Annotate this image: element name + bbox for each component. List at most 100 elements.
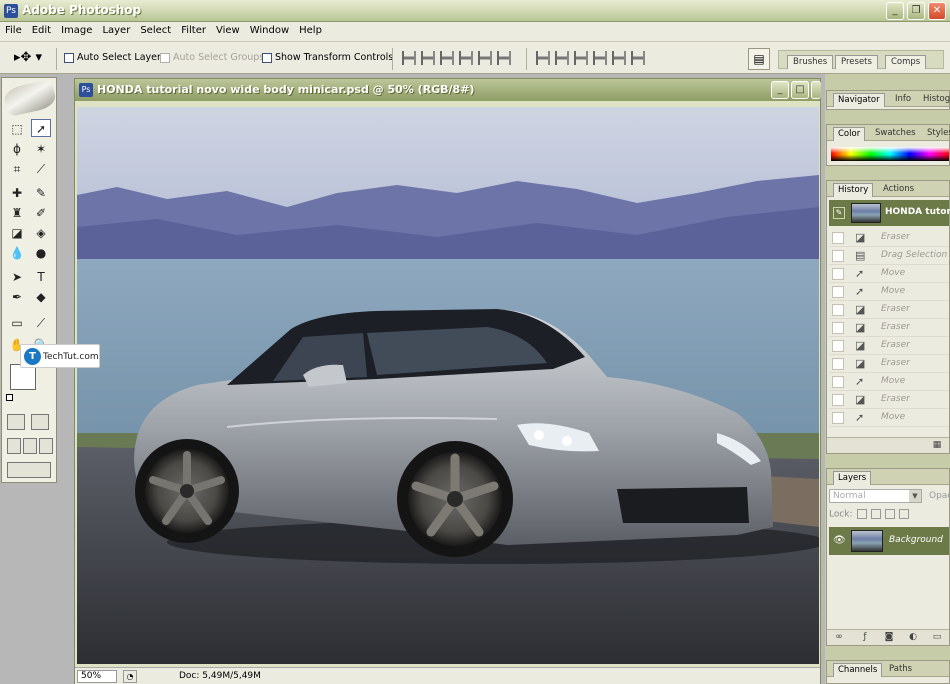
eyedropper-tool-icon[interactable]: ⟋ <box>31 314 51 332</box>
quick-mask-mode-icon[interactable] <box>31 414 49 430</box>
paint-bucket-tool-icon[interactable]: ◈ <box>31 224 51 242</box>
menu-window[interactable]: Window <box>245 22 294 39</box>
history-brush-tool-icon[interactable]: ✐ <box>31 204 51 222</box>
tab-paths[interactable]: Paths <box>885 663 916 677</box>
screen-mode-full-icon[interactable] <box>39 438 53 454</box>
history-item[interactable]: ◪ Eraser <box>829 319 949 337</box>
distribute-vcenter-icon[interactable] <box>555 51 569 65</box>
history-item[interactable]: ➚ Move <box>829 265 949 283</box>
magic-wand-tool-icon[interactable]: ✶ <box>31 140 51 158</box>
default-colors-icon[interactable] <box>6 394 13 401</box>
history-item[interactable]: ▤ Drag Selection <box>829 247 949 265</box>
menu-select[interactable]: Select <box>135 22 176 39</box>
screen-mode-menubar-icon[interactable] <box>23 438 37 454</box>
tab-color[interactable]: Color <box>833 127 866 141</box>
menu-file[interactable]: File <box>0 22 27 39</box>
screen-mode-standard-icon[interactable] <box>7 438 21 454</box>
crop-tool-icon[interactable]: ⌗ <box>7 160 27 178</box>
history-item[interactable]: ➚ Move <box>829 283 949 301</box>
history-brush-box[interactable] <box>832 250 844 262</box>
menu-layer[interactable]: Layer <box>97 22 135 39</box>
tab-layers[interactable]: Layers <box>833 471 872 485</box>
history-brush-source-icon[interactable]: ✎ <box>833 207 845 219</box>
distribute-top-icon[interactable] <box>536 51 550 65</box>
type-tool-icon[interactable]: T <box>31 268 51 286</box>
layer-row[interactable]: 👁 Background <box>829 527 949 555</box>
history-snapshot[interactable]: ✎ HONDA tutori <box>829 200 950 226</box>
lasso-tool-icon[interactable]: ϕ <box>7 140 27 158</box>
distribute-left-icon[interactable] <box>593 51 607 65</box>
tab-swatches[interactable]: Swatches <box>871 127 920 141</box>
history-brush-box[interactable] <box>832 232 844 244</box>
align-top-icon[interactable] <box>402 51 416 65</box>
tab-channels[interactable]: Channels <box>833 663 883 677</box>
jump-to-imageready-icon[interactable] <box>7 462 51 478</box>
link-icon[interactable]: ∞ <box>833 632 845 643</box>
history-brush-box[interactable] <box>832 304 844 316</box>
clone-stamp-tool-icon[interactable]: ♜ <box>7 204 27 222</box>
tool-preset-picker[interactable]: ▸✥ ▾ <box>14 50 52 68</box>
auto-select-layer-checkbox[interactable]: Auto Select Layer <box>64 52 161 63</box>
move-tool-icon[interactable]: ➚ <box>31 119 51 137</box>
well-tab-comps[interactable]: Comps <box>885 55 927 69</box>
menu-help[interactable]: Help <box>294 22 327 39</box>
tab-styles[interactable]: Styles <box>923 127 950 141</box>
lock-transparency-icon[interactable] <box>856 509 867 519</box>
menu-view[interactable]: View <box>211 22 245 39</box>
history-brush-box[interactable] <box>832 394 844 406</box>
tab-histogram[interactable]: Histog <box>919 93 950 107</box>
well-tab-brushes[interactable]: Brushes <box>787 55 834 69</box>
history-brush-box[interactable] <box>832 322 844 334</box>
distribute-hcenter-icon[interactable] <box>612 51 626 65</box>
blend-mode-select[interactable]: Normal ▼ <box>829 489 922 503</box>
trash-icon[interactable]: ▦ <box>931 440 943 451</box>
layer-mask-icon[interactable]: ◙ <box>883 632 895 643</box>
align-bottom-icon[interactable] <box>440 51 454 65</box>
pen-tool-icon[interactable]: ✒ <box>7 288 27 306</box>
notes-tool-icon[interactable]: ▭ <box>7 314 27 332</box>
minimize-button[interactable]: _ <box>886 2 904 20</box>
blur-tool-icon[interactable]: 💧 <box>7 244 27 262</box>
history-brush-box[interactable] <box>832 358 844 370</box>
history-item[interactable]: ➚ Move <box>829 373 949 391</box>
adjustment-layer-icon[interactable]: ◐ <box>907 632 919 643</box>
history-brush-box[interactable] <box>832 376 844 388</box>
path-selection-tool-icon[interactable]: ➤ <box>7 268 27 286</box>
tab-navigator[interactable]: Navigator <box>833 93 885 107</box>
slice-tool-icon[interactable]: ⟋ <box>31 160 51 178</box>
shape-tool-icon[interactable]: ◆ <box>31 288 51 306</box>
close-button[interactable]: ✕ <box>928 2 946 20</box>
lock-all-icon[interactable] <box>898 509 909 519</box>
menu-image[interactable]: Image <box>56 22 97 39</box>
tab-info[interactable]: Info <box>891 93 915 107</box>
align-hcenter-icon[interactable] <box>478 51 492 65</box>
distribute-bottom-icon[interactable] <box>574 51 588 65</box>
history-item[interactable]: ◪ Eraser <box>829 301 949 319</box>
tab-actions[interactable]: Actions <box>879 183 918 197</box>
history-brush-box[interactable] <box>832 286 844 298</box>
document-titlebar[interactable]: Ps HONDA tutorial novo wide body minicar… <box>75 79 821 101</box>
lock-position-icon[interactable] <box>884 509 895 519</box>
tab-history[interactable]: History <box>833 183 874 197</box>
history-item[interactable]: ◪ Eraser <box>829 355 949 373</box>
new-layer-icon[interactable]: ▭ <box>931 632 943 643</box>
layer-style-icon[interactable]: ƒ <box>859 632 871 643</box>
brush-tool-icon[interactable]: ✎ <box>31 184 51 202</box>
healing-brush-tool-icon[interactable]: ✚ <box>7 184 27 202</box>
history-item[interactable]: ◪ Eraser <box>829 229 949 247</box>
image-canvas[interactable] <box>77 107 819 664</box>
dodge-tool-icon[interactable]: ● <box>31 244 51 262</box>
eye-icon[interactable]: 👁 <box>833 535 846 546</box>
doc-maximize-button[interactable]: □ <box>791 81 809 99</box>
menu-edit[interactable]: Edit <box>27 22 56 39</box>
history-item[interactable]: ◪ Eraser <box>829 337 949 355</box>
document-size[interactable]: Doc: 5,49M/5,49M <box>179 671 261 681</box>
lock-pixels-icon[interactable] <box>870 509 881 519</box>
align-right-icon[interactable] <box>497 51 511 65</box>
well-tab-presets[interactable]: Presets <box>835 55 878 69</box>
distribute-right-icon[interactable] <box>631 51 645 65</box>
doc-minimize-button[interactable]: _ <box>771 81 789 99</box>
zoom-options-icon[interactable]: ◔ <box>123 670 137 683</box>
doc-close-button[interactable] <box>811 81 821 99</box>
menu-filter[interactable]: Filter <box>176 22 211 39</box>
